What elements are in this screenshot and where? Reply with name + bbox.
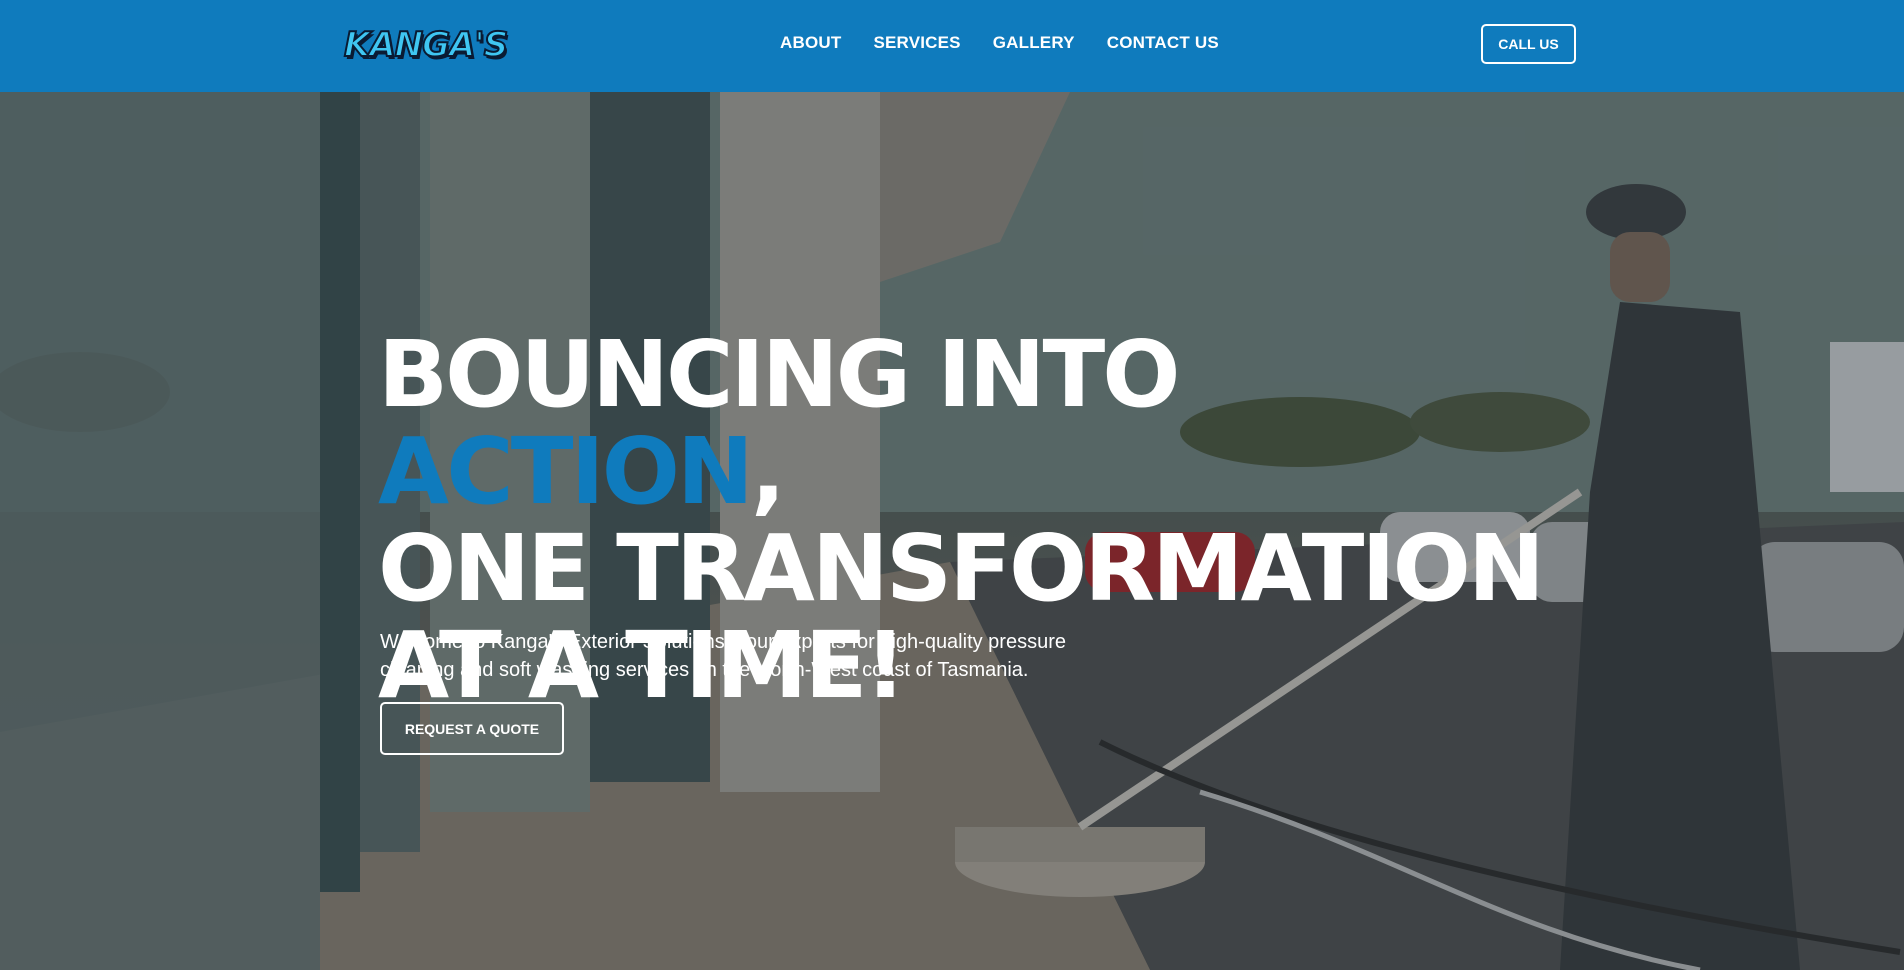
nav-gallery[interactable]: GALLERY	[993, 33, 1075, 53]
nav-services[interactable]: SERVICES	[873, 33, 960, 53]
main-nav: ABOUT SERVICES GALLERY CONTACT US	[780, 33, 1219, 53]
kangas-logo[interactable]: KANGA'S	[343, 24, 509, 66]
call-us-button[interactable]: CALL US	[1481, 24, 1576, 64]
headline-accent: ACTION	[378, 418, 754, 525]
request-quote-button[interactable]: REQUEST A QUOTE	[380, 702, 564, 755]
headline-part1: BOUNCING INTO	[378, 321, 1181, 428]
site-header: KANGA'S ABOUT SERVICES GALLERY CONTACT U…	[0, 0, 1904, 92]
hero-section: BOUNCING INTO ACTION, ONE TRANSFORMATION…	[0, 92, 1904, 970]
headline-line2: ONE TRANSFORMATION	[378, 515, 1545, 622]
headline-part2: ,	[750, 418, 786, 525]
nav-about[interactable]: ABOUT	[780, 33, 841, 53]
nav-contact-us[interactable]: CONTACT US	[1107, 33, 1219, 53]
hero-subtitle: Welcome to Kanga's Exterior Solutions, y…	[380, 631, 1066, 681]
